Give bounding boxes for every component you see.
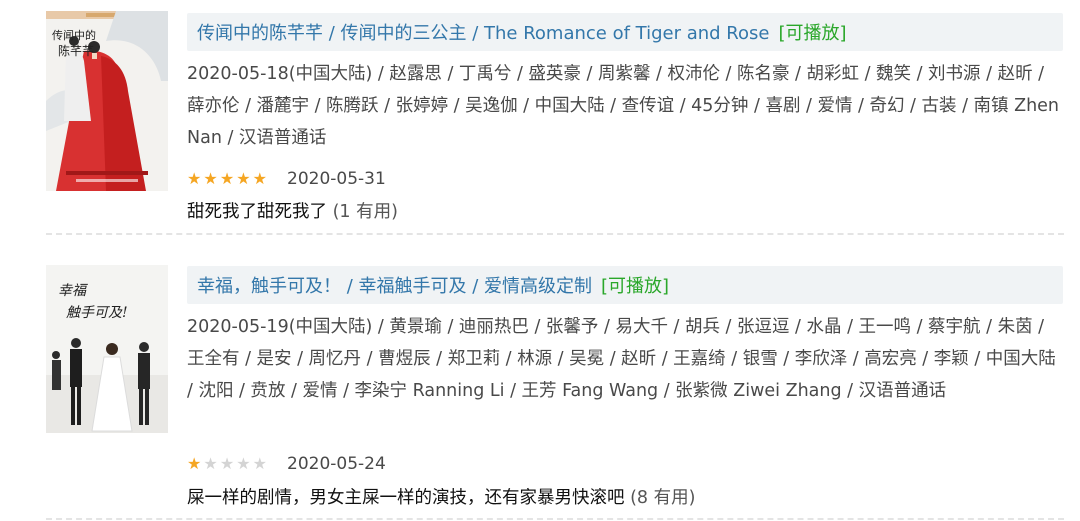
- collection-item: 传闻中的 陈芊芊 传闻中的陈芊芊 / 传闻中的三公主 / The Romance…: [0, 0, 1080, 236]
- rating-row: ★ ★ ★ ★ ★ 2020-05-24: [187, 452, 386, 476]
- poster-image[interactable]: 幸福 触手可及!: [46, 265, 168, 433]
- divider: [46, 518, 1064, 520]
- title-bar: 幸福，触手可及！ / 幸福触手可及 / 爱情高级定制 [可播放]: [187, 266, 1063, 304]
- title-link[interactable]: 传闻中的陈芊芊 / 传闻中的三公主 / The Romance of Tiger…: [197, 19, 769, 45]
- useful-count: (8 有用): [630, 488, 696, 508]
- title-link[interactable]: 幸福，触手可及！ / 幸福触手可及 / 爱情高级定制: [197, 272, 592, 298]
- useful-count: (1 有用): [332, 202, 398, 222]
- playable-badge[interactable]: [可播放]: [778, 19, 846, 45]
- comment-line: 甜死我了甜死我了 (1 有用): [187, 198, 398, 223]
- star-icon: ★: [187, 454, 202, 473]
- star-icon: ★: [236, 169, 251, 188]
- review-date: 2020-05-24: [287, 454, 386, 474]
- comment-text: 甜死我了甜死我了: [187, 202, 327, 222]
- star-icon: ★: [203, 454, 218, 473]
- poster-title-art: 传闻中的: [52, 28, 96, 42]
- star-icon: ★: [219, 454, 235, 473]
- poster-art: 幸福 触手可及!: [46, 265, 168, 433]
- poster-art: 传闻中的 陈芊芊: [46, 11, 168, 191]
- collection-item: 幸福 触手可及! 幸福，触手可及！ / 幸福触手可及 / 爱情高级定制 [可播放…: [0, 253, 1080, 521]
- rating-row: ★ ★ ★ ★ ★ 2020-05-31: [187, 167, 386, 191]
- svg-text:触手可及!: 触手可及!: [66, 305, 128, 321]
- rating-stars: ★ ★ ★ ★ ★: [187, 171, 269, 187]
- star-icon: ★: [252, 454, 267, 473]
- divider: [46, 233, 1064, 235]
- star-icon: ★: [252, 169, 267, 188]
- star-icon: ★: [236, 454, 251, 473]
- title-bar: 传闻中的陈芊芊 / 传闻中的三公主 / The Romance of Tiger…: [187, 13, 1063, 51]
- svg-text:陈芊芊: 陈芊芊: [58, 43, 94, 58]
- poster-image[interactable]: 传闻中的 陈芊芊: [46, 11, 168, 191]
- poster-title-art: 幸福: [58, 283, 88, 299]
- playable-badge[interactable]: [可播放]: [601, 272, 669, 298]
- star-icon: ★: [187, 169, 202, 188]
- rating-stars: ★ ★ ★ ★ ★: [187, 456, 269, 472]
- star-icon: ★: [219, 169, 235, 188]
- comment-text: 屎一样的剧情，男女主屎一样的演技，还有家暴男快滚吧: [187, 488, 625, 508]
- comment-line: 屎一样的剧情，男女主屎一样的演技，还有家暴男快滚吧 (8 有用): [187, 484, 695, 509]
- review-date: 2020-05-31: [287, 169, 386, 189]
- intro-text: 2020-05-19(中国大陆) / 黄景瑜 / 迪丽热巴 / 张馨予 / 易大…: [187, 317, 1056, 401]
- intro-text: 2020-05-18(中国大陆) / 赵露思 / 丁禹兮 / 盛英豪 / 周紫馨…: [187, 64, 1060, 148]
- star-icon: ★: [203, 169, 218, 188]
